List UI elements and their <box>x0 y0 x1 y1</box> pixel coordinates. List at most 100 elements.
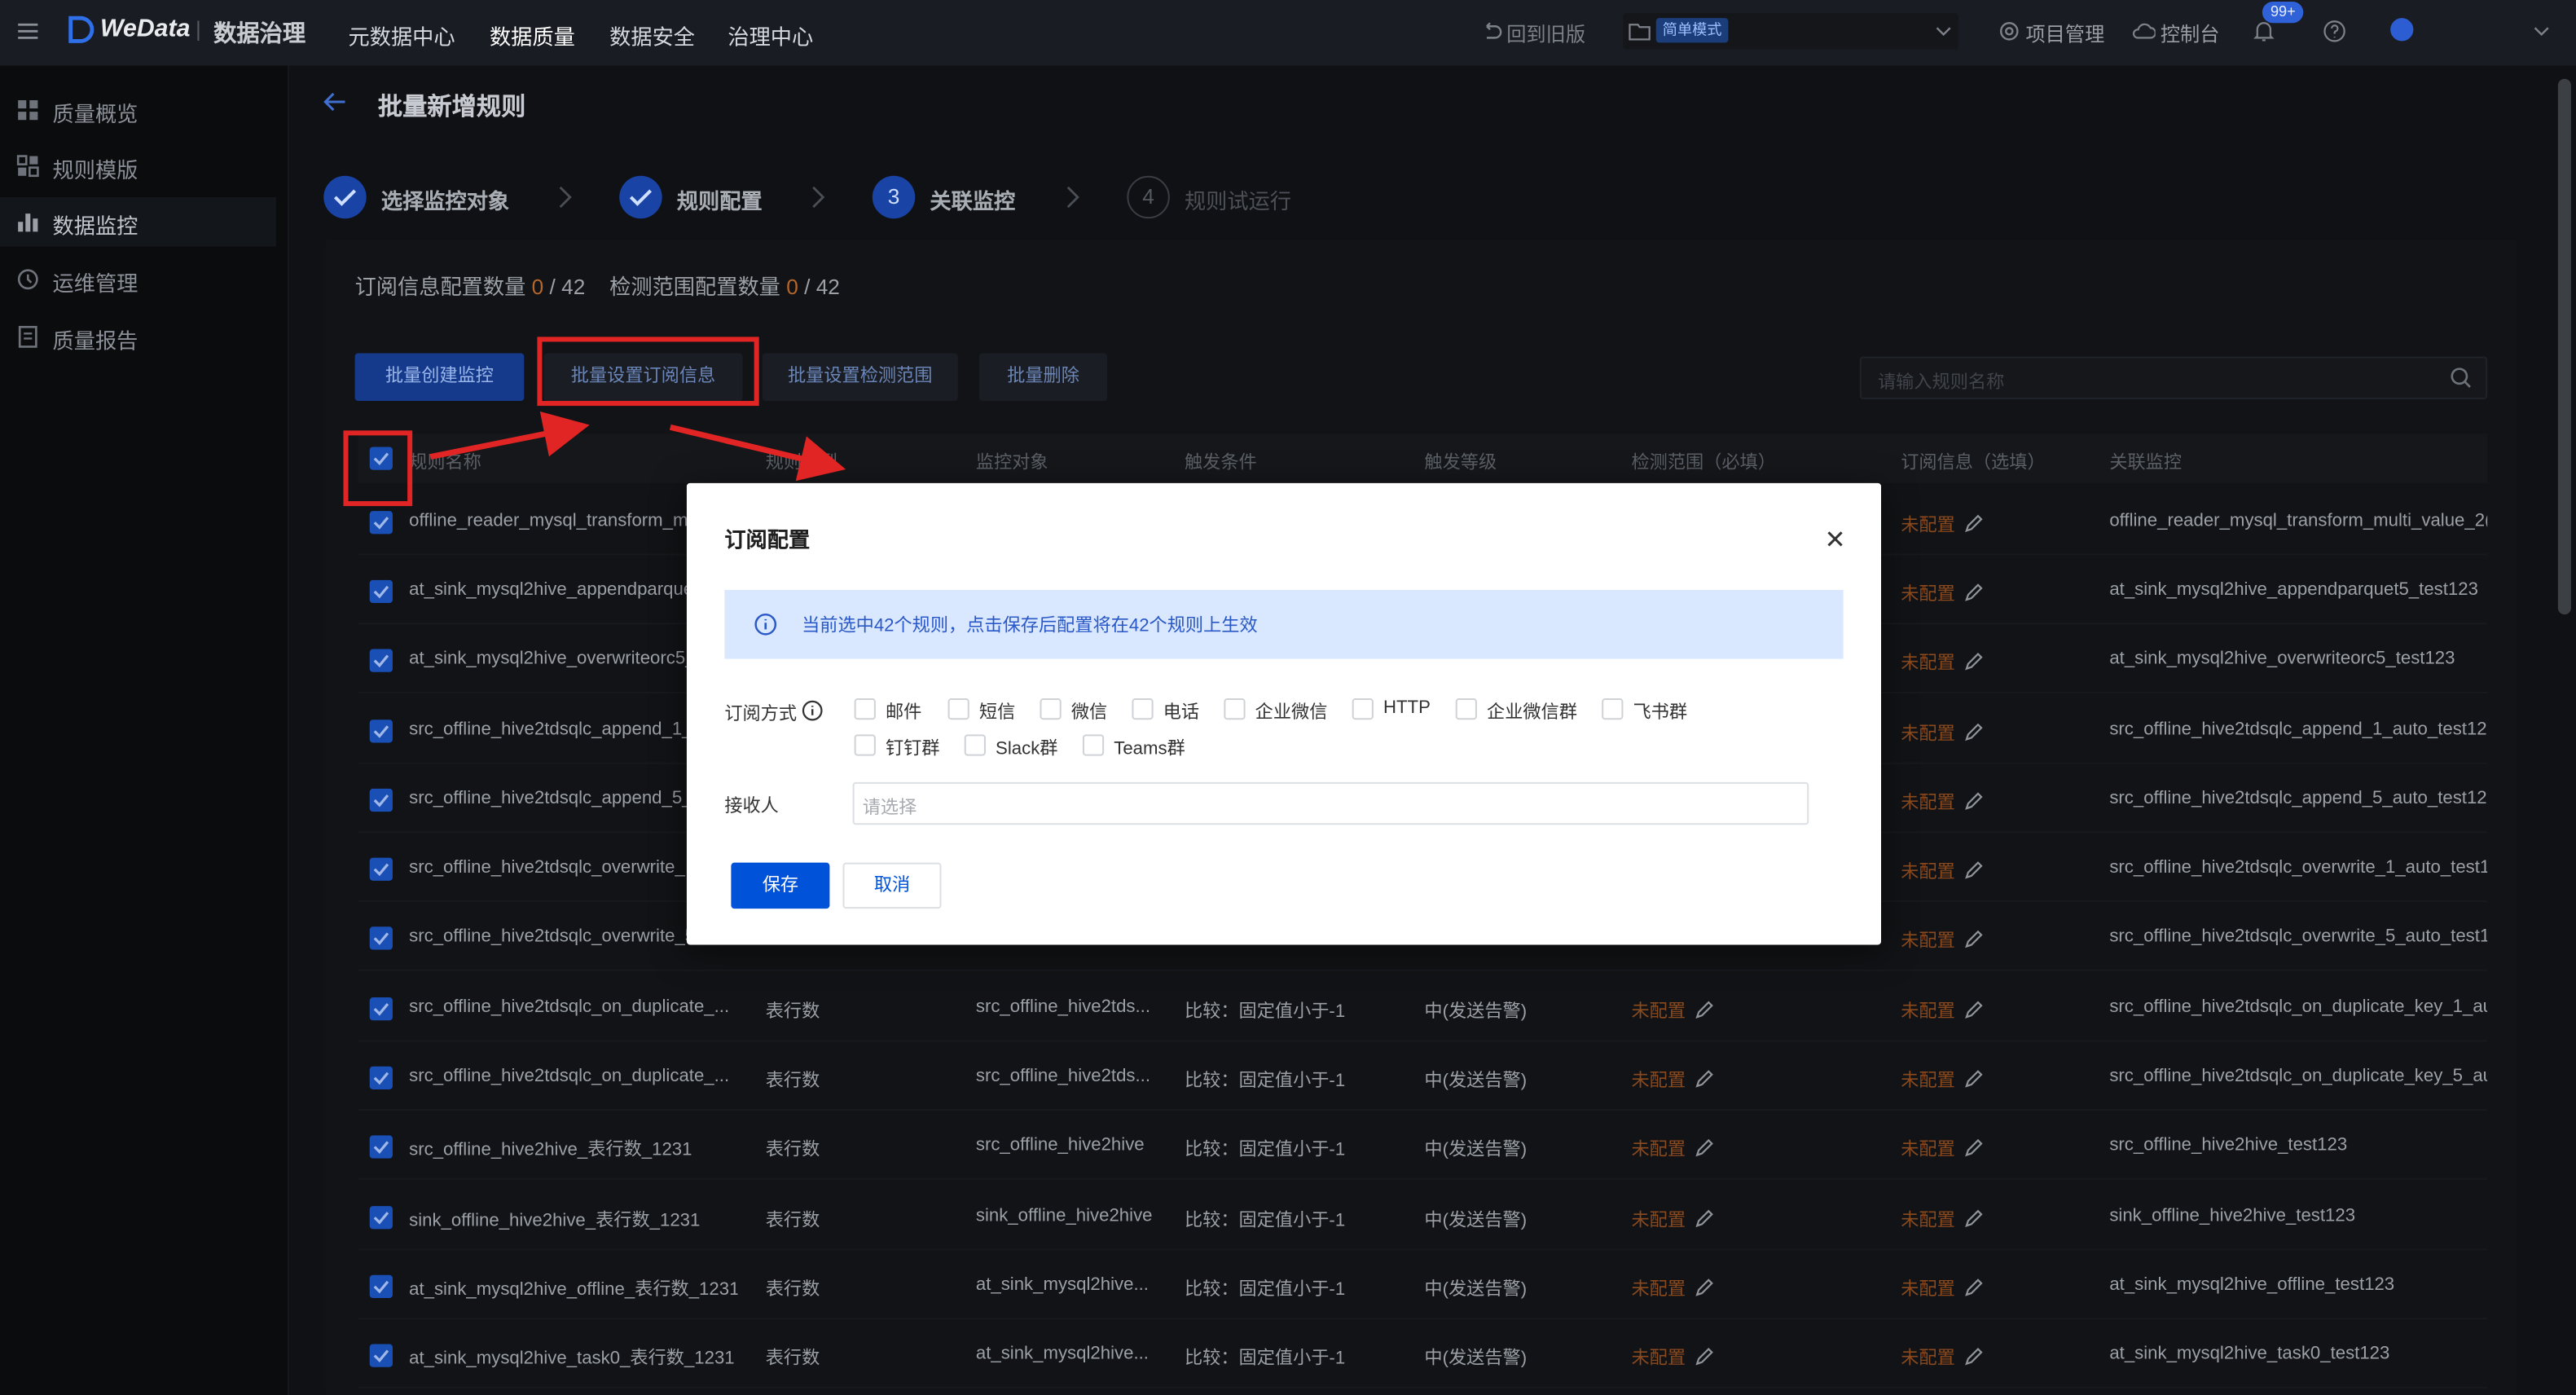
edit-pencil-icon[interactable] <box>1694 1137 1713 1157</box>
row-checkbox[interactable] <box>369 997 393 1021</box>
page-scrollbar[interactable] <box>2557 78 2571 615</box>
row-checkbox[interactable] <box>369 926 393 950</box>
project-mgmt-link[interactable]: 项目管理 <box>2025 20 2104 47</box>
edit-pencil-icon[interactable] <box>1694 1277 1713 1296</box>
edit-pencil-icon[interactable] <box>1694 999 1713 1019</box>
edit-pencil-icon[interactable] <box>1963 721 1983 742</box>
method-checkbox[interactable] <box>1224 698 1246 720</box>
close-icon[interactable] <box>1823 527 1846 550</box>
edit-pencil-icon[interactable] <box>1963 1137 1983 1157</box>
edit-pencil-icon[interactable] <box>1963 928 1983 948</box>
batch-create-monitor-button[interactable]: 批量创建监控 <box>354 353 525 402</box>
bell-icon[interactable] <box>2253 20 2275 42</box>
help-icon[interactable] <box>2323 20 2345 42</box>
edit-pencil-icon[interactable] <box>1963 1208 1983 1228</box>
edit-pencil-icon[interactable] <box>1963 1277 1983 1296</box>
edit-pencil-icon[interactable] <box>1963 651 1983 671</box>
method-checkbox[interactable] <box>854 734 876 756</box>
sidebar: 质量概览 规则模版 数据监控 运维管理 质量报告 <box>0 65 289 1395</box>
rule-search-input[interactable]: 请输入规则名称 <box>1859 356 2488 400</box>
row-checkbox[interactable] <box>369 1066 393 1089</box>
receiver-label: 接收人 <box>724 797 779 817</box>
nav-metadata[interactable]: 元数据中心 <box>349 20 455 51</box>
row-checkbox[interactable] <box>369 857 393 881</box>
cell-linked-monitor[interactable]: src_offline_hive2tdsqlc_append_5_auto_te… <box>2109 789 2487 808</box>
row-checkbox[interactable] <box>369 649 393 672</box>
search-icon[interactable] <box>2450 367 2473 389</box>
method-checkbox[interactable] <box>947 698 969 720</box>
cell-rule-name: src_offline_hive2tdsqlc_on_duplicate_... <box>409 997 730 1018</box>
back-arrow-icon[interactable] <box>322 90 348 113</box>
row-divider <box>358 1040 2488 1042</box>
row-checkbox[interactable] <box>369 1135 393 1159</box>
edit-pencil-icon[interactable] <box>1963 999 1983 1019</box>
row-checkbox[interactable] <box>369 1344 393 1367</box>
cell-linked-monitor[interactable]: src_offline_hive2tdsqlc_append_1_auto_te… <box>2109 720 2487 739</box>
cell-linked-monitor[interactable]: at_sink_mysql2hive_overwriteorc5_test123 <box>2109 649 2487 669</box>
back-old-version[interactable]: 回到旧版 <box>1506 20 1585 47</box>
cell-trigger-level: 中(发送告警) <box>1424 1211 1528 1231</box>
cell-linked-monitor[interactable]: src_offline_hive2tdsqlc_on_duplicate_key… <box>2109 1067 2487 1086</box>
cancel-button[interactable]: 取消 <box>842 862 942 909</box>
row-checkbox[interactable] <box>369 788 393 812</box>
sidebar-item-quality-report[interactable]: 质量报告 <box>0 312 276 361</box>
edit-pencil-icon[interactable] <box>1694 1346 1713 1366</box>
avatar[interactable] <box>2390 18 2414 42</box>
sidebar-item-rule-template[interactable]: 规则模版 <box>0 141 276 190</box>
undo-icon[interactable] <box>1480 20 1503 42</box>
method-checkbox[interactable] <box>1082 734 1105 756</box>
method-checkbox[interactable] <box>1602 698 1624 720</box>
sidebar-item-label: 质量报告 <box>52 328 138 354</box>
chevron-down-icon[interactable] <box>2530 20 2553 42</box>
edit-pencil-icon[interactable] <box>1963 790 1983 810</box>
batch-set-scope-button[interactable]: 批量设置检测范围 <box>762 353 958 402</box>
sidebar-item-quality-overview[interactable]: 质量概览 <box>0 86 276 134</box>
edit-pencil-icon[interactable] <box>1963 1068 1983 1088</box>
edit-pencil-icon[interactable] <box>1694 1068 1713 1088</box>
cell-linked-monitor[interactable]: offline_reader_mysql_transform_multi_val… <box>2109 511 2487 530</box>
edit-pencil-icon[interactable] <box>1963 582 1983 601</box>
receiver-select[interactable]: 请选择 <box>852 781 1809 825</box>
save-button[interactable]: 保存 <box>731 862 830 909</box>
batch-delete-button[interactable]: 批量删除 <box>978 353 1108 402</box>
column-header-rule-type: 规则类型 <box>765 453 838 473</box>
cell-linked-monitor[interactable]: at_sink_mysql2hive_task0_test123 <box>2109 1344 2487 1363</box>
sidebar-item-ops[interactable]: 运维管理 <box>0 255 276 304</box>
info-icon[interactable] <box>802 700 823 721</box>
method-checkbox[interactable] <box>854 698 876 720</box>
nav-data-quality[interactable]: 数据质量 <box>490 20 575 51</box>
cell-linked-monitor[interactable]: src_offline_hive2tdsqlc_on_duplicate_key… <box>2109 997 2487 1017</box>
gear-icon[interactable] <box>1998 20 2020 42</box>
menu-icon[interactable] <box>16 20 39 42</box>
edit-pencil-icon[interactable] <box>1963 860 1983 879</box>
folder-icon <box>1629 24 1651 41</box>
cell-linked-monitor[interactable]: src_offline_hive2tdsqlc_overwrite_5_auto… <box>2109 926 2487 946</box>
console-link[interactable]: 控制台 <box>2161 20 2220 47</box>
check-icon <box>333 189 357 206</box>
cell-linked-monitor[interactable]: src_offline_hive2hive_test123 <box>2109 1135 2487 1155</box>
method-checkbox[interactable] <box>1455 698 1477 720</box>
cell-linked-monitor[interactable]: at_sink_mysql2hive_appendparquet5_test12… <box>2109 580 2487 600</box>
edit-pencil-icon[interactable] <box>1694 1208 1713 1228</box>
cell-linked-monitor[interactable]: src_offline_hive2tdsqlc_overwrite_1_auto… <box>2109 858 2487 878</box>
edit-pencil-icon[interactable] <box>1963 1346 1983 1366</box>
nav-data-security[interactable]: 数据安全 <box>609 20 695 51</box>
row-checkbox[interactable] <box>369 1274 393 1299</box>
row-checkbox[interactable] <box>369 720 393 743</box>
method-checkbox[interactable] <box>1352 698 1374 720</box>
sidebar-item-data-monitor[interactable]: 数据监控 <box>0 196 276 247</box>
cell-linked-monitor[interactable]: sink_offline_hive2hive_test123 <box>2109 1206 2487 1226</box>
method-checkbox[interactable] <box>1040 698 1062 720</box>
cloud-icon[interactable] <box>2132 20 2156 42</box>
chevron-down-icon[interactable] <box>1932 20 1955 42</box>
cell-linked-monitor[interactable]: at_sink_mysql2hive_offline_test123 <box>2109 1275 2487 1295</box>
scope-count: 检测范围配置数量 0 / 42 <box>609 274 840 300</box>
method-checkbox[interactable] <box>964 734 986 756</box>
nav-governance[interactable]: 治理中心 <box>728 20 813 51</box>
edit-pencil-icon[interactable] <box>1963 513 1983 533</box>
cell-subscription: 未配置 <box>1901 724 1955 745</box>
row-checkbox[interactable] <box>369 1206 393 1230</box>
row-checkbox[interactable] <box>369 511 393 535</box>
row-checkbox[interactable] <box>369 579 393 604</box>
method-checkbox[interactable] <box>1132 698 1154 720</box>
